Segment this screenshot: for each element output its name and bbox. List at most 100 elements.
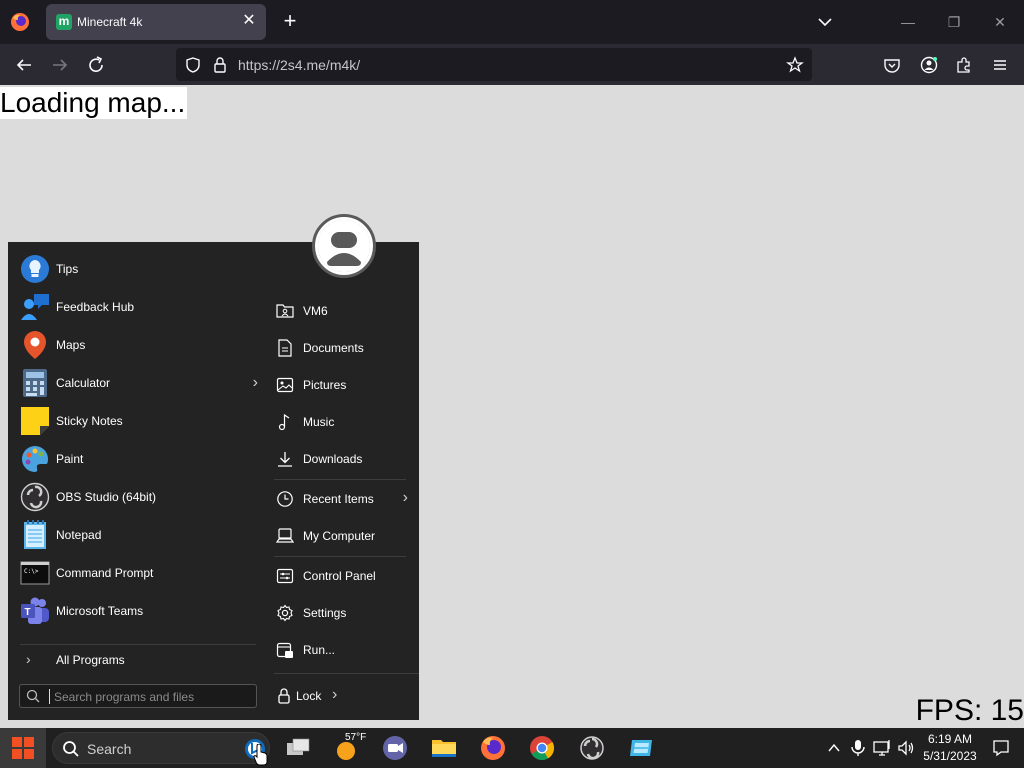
tab-bar: m Minecraft 4k ✕ + — ❐ ✕ [0,0,1024,44]
place-item[interactable]: Run... [272,635,410,665]
volume-icon[interactable] [897,739,915,757]
search-placeholder: Search programs and files [54,690,195,704]
place-item[interactable]: Pictures [272,370,410,400]
user-avatar-icon [318,220,370,272]
all-programs-label: All Programs [56,653,125,667]
new-tab-icon[interactable]: + [279,10,301,32]
tab-close-icon[interactable]: ✕ [240,12,258,30]
program-item[interactable]: Calculator › [18,366,258,402]
obs-icon[interactable] [578,734,606,762]
place-label: Recent Items [303,492,374,506]
firefox-icon[interactable] [479,734,507,762]
extensions-icon[interactable] [955,56,973,74]
clock-icon [276,490,294,508]
url-text[interactable]: https://2s4.me/m4k/ [238,57,360,73]
program-item[interactable]: Maps [18,328,258,364]
program-label: Calculator [56,376,111,390]
place-item[interactable]: Music [272,407,410,437]
network-icon[interactable] [873,739,893,757]
program-item[interactable]: Feedback Hub [18,290,258,326]
place-item[interactable]: Recent Items › [272,484,410,514]
program-item[interactable]: Tips [18,252,258,288]
place-label: Music [303,415,335,429]
close-window-icon[interactable]: ✕ [988,10,1012,34]
firefox-icon[interactable] [10,12,30,32]
chrome-icon[interactable] [528,734,556,762]
terminal-icon: C:\> [20,558,50,588]
meet-icon[interactable] [381,734,409,762]
program-label: Tips [56,262,79,276]
lock-button[interactable]: Lock › [272,681,352,711]
run-icon [276,641,294,659]
place-label: Run... [303,643,336,657]
place-label: Control Panel [303,569,376,583]
clock-date: 5/31/2023 [923,749,977,763]
program-label: Notepad [56,528,102,542]
reload-icon[interactable] [83,52,109,78]
program-label: Maps [56,338,86,352]
chevron-right-icon[interactable]: › [332,686,337,704]
shield-icon[interactable] [184,56,202,74]
chevron-up-icon[interactable] [827,741,841,755]
file-explorer-icon[interactable] [430,734,458,762]
chevron-right-icon[interactable]: › [403,489,408,507]
weather-temp: 57°F [345,732,367,743]
place-label: Downloads [303,452,363,466]
place-item[interactable]: VM6 [272,296,410,326]
place-item[interactable]: My Computer [272,521,410,551]
download-icon [276,450,294,468]
picture-icon [276,376,294,394]
start-button[interactable] [0,728,46,768]
program-item[interactable]: OBS Studio (64bit) [18,480,258,516]
feedback-icon [20,292,50,322]
avatar[interactable] [312,214,376,278]
program-item[interactable]: T Microsoft Teams [18,594,258,630]
place-item[interactable]: Settings [272,598,410,628]
sticky-notes-icon [20,406,50,436]
minimize-icon[interactable]: — [896,10,920,34]
place-label: My Computer [303,529,376,543]
microphone-icon[interactable] [850,739,866,757]
lock-icon [278,688,290,704]
music-note-icon [276,413,294,431]
restore-icon[interactable]: ❐ [942,10,966,34]
clock[interactable]: 6:19 AM 5/31/2023 [918,731,982,765]
all-programs-button[interactable]: › All Programs [18,647,258,673]
weather-widget[interactable]: 57°F [334,732,367,762]
divider [20,644,256,645]
menu-icon[interactable] [991,56,1009,74]
svg-text:C:\>: C:\> [24,568,39,575]
mouse-cursor-icon [253,744,268,766]
tab-minecraft[interactable]: m Minecraft 4k ✕ [46,4,266,40]
place-item[interactable]: Control Panel [272,561,410,591]
pocket-icon[interactable] [883,56,901,74]
notifications-icon[interactable] [992,739,1010,757]
tab-title: Minecraft 4k [77,15,143,29]
account-icon[interactable] [920,56,938,74]
program-item[interactable]: C:\> Command Prompt [18,556,258,592]
notepad-icon [20,520,50,550]
back-icon[interactable] [11,52,37,78]
program-item[interactable]: Sticky Notes [18,404,258,440]
start-menu: Tips Feedback Hub Maps Calculator › Sticky No… [8,242,419,720]
url-bar[interactable]: https://2s4.me/m4k/ [176,48,812,81]
place-label: Pictures [303,378,347,392]
app-window-icon[interactable] [627,734,655,762]
program-label: Feedback Hub [56,300,135,314]
calculator-icon [20,368,50,398]
place-item[interactable]: Documents [272,333,410,363]
chevron-down-icon[interactable] [815,12,835,32]
program-item[interactable]: Paint [18,442,258,478]
place-item[interactable]: Downloads [272,444,410,474]
windows-icon [12,737,34,759]
bookmark-star-icon[interactable] [786,56,804,74]
program-item[interactable]: Notepad [18,518,258,554]
taskbar-search[interactable]: Search [52,732,270,764]
task-view-icon[interactable] [284,734,312,762]
search-icon [26,689,40,703]
start-search-input[interactable]: Search programs and files [19,684,257,708]
forward-icon[interactable] [47,52,73,78]
map-pin-icon [20,330,50,360]
chevron-right-icon[interactable]: › [253,374,258,392]
lock-icon[interactable] [211,56,229,74]
